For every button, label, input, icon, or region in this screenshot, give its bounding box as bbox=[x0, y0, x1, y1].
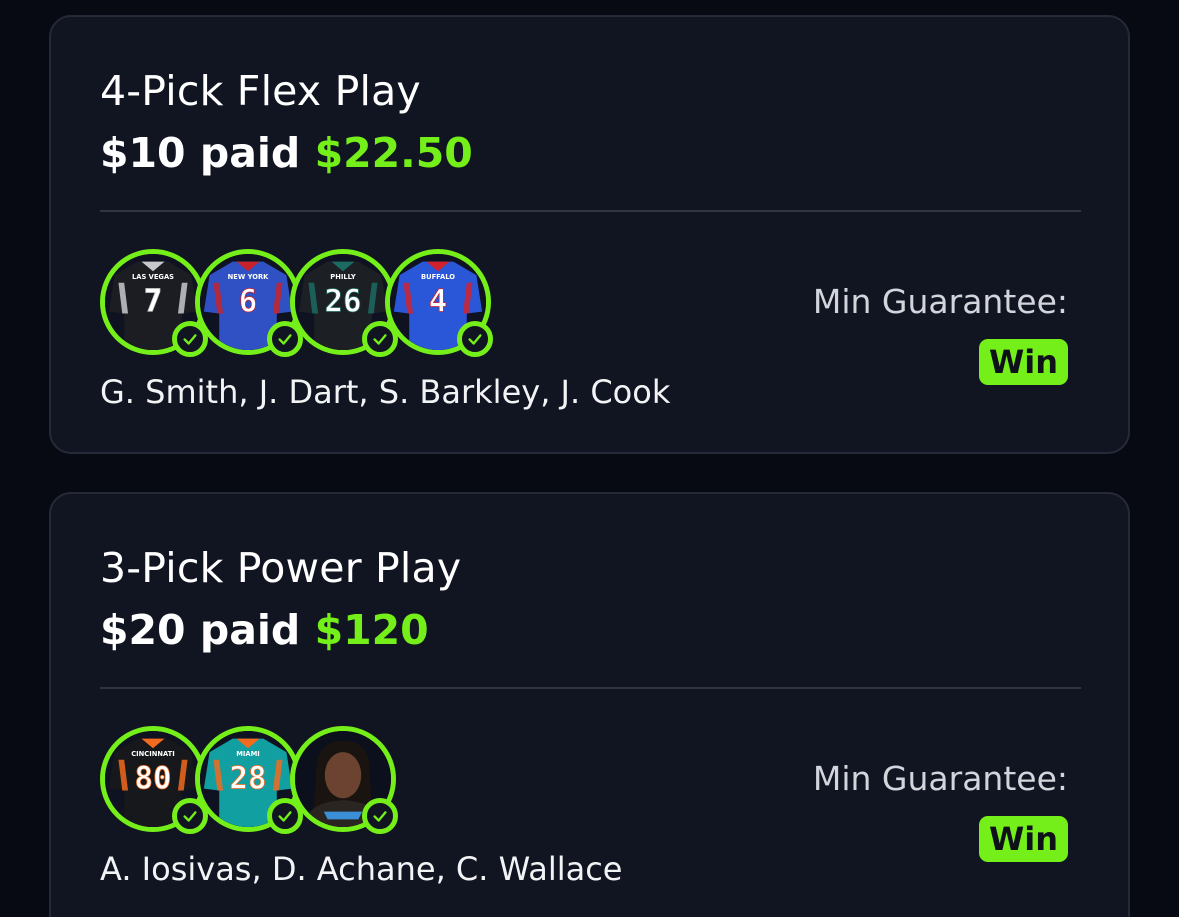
check-icon bbox=[457, 321, 493, 357]
paid-amount: $20 paid bbox=[100, 606, 301, 654]
jersey-team-label: BUFFALO bbox=[421, 273, 455, 281]
check-icon bbox=[362, 798, 398, 834]
min-guarantee-label: Min Guarantee: bbox=[812, 282, 1068, 321]
entry-card[interactable]: 4-Pick Flex Play $10 paid $22.50 LAS VEG… bbox=[49, 15, 1130, 454]
min-guarantee-label: Min Guarantee: bbox=[812, 759, 1068, 798]
jersey-number: 7 bbox=[144, 284, 163, 320]
jersey-team-label: PHILLY bbox=[330, 273, 356, 281]
divider bbox=[100, 687, 1081, 689]
jersey-team-label: MIAMI bbox=[236, 750, 260, 758]
jersey-number: 4 bbox=[429, 284, 448, 320]
entry-title: 4-Pick Flex Play bbox=[100, 67, 421, 115]
result-badge: Win bbox=[978, 816, 1068, 862]
jersey-team-label: NEW YORK bbox=[228, 273, 269, 281]
result-badge: Win bbox=[978, 339, 1068, 385]
jersey-team-label: LAS VEGAS bbox=[132, 273, 174, 281]
jersey-number: 80 bbox=[135, 761, 172, 797]
entry-amounts: $10 paid $22.50 bbox=[100, 129, 473, 177]
jersey-number: 26 bbox=[325, 284, 362, 320]
payout-amount: $22.50 bbox=[314, 129, 473, 177]
jersey-team-label: CINCINNATI bbox=[131, 750, 175, 758]
jersey-number: 28 bbox=[230, 761, 267, 797]
jersey-number: 6 bbox=[239, 284, 258, 320]
paid-amount: $10 paid bbox=[100, 129, 301, 177]
entry-title: 3-Pick Power Play bbox=[100, 544, 462, 592]
players-list: G. Smith, J. Dart, S. Barkley, J. Cook bbox=[100, 373, 671, 411]
entry-amounts: $20 paid $120 bbox=[100, 606, 429, 654]
entry-card[interactable]: 3-Pick Power Play $20 paid $120 CINCINNA… bbox=[49, 492, 1130, 917]
divider bbox=[100, 210, 1081, 212]
players-list: A. Iosivas, D. Achane, C. Wallace bbox=[100, 850, 623, 888]
entries-feed: 4-Pick Flex Play $10 paid $22.50 LAS VEG… bbox=[0, 0, 1179, 917]
payout-amount: $120 bbox=[314, 606, 429, 654]
